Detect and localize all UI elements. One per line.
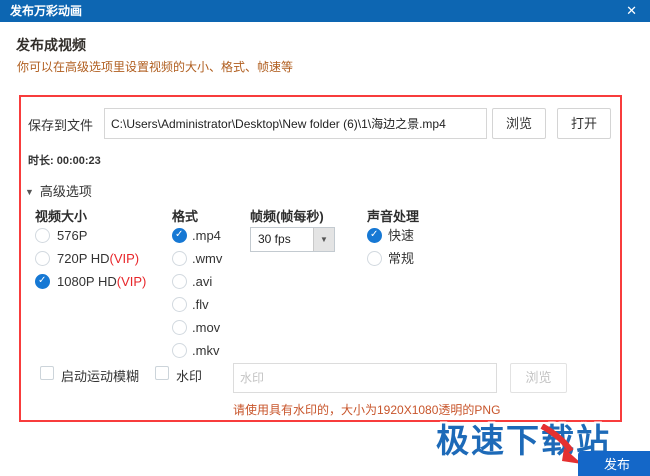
collapse-triangle-icon: ▼ — [25, 187, 34, 197]
option-avi[interactable]: .avi — [192, 274, 212, 290]
window-title: 发布万彩动画 — [10, 4, 83, 18]
close-icon[interactable]: ✕ — [626, 0, 637, 22]
radio-sound-normal[interactable] — [367, 251, 382, 266]
motion-blur-checkbox[interactable] — [40, 366, 54, 380]
dropdown-button[interactable]: ▼ — [313, 228, 334, 251]
option-sound-normal[interactable]: 常规 — [388, 251, 414, 267]
video-size-header: 视频大小 — [35, 209, 88, 224]
option-mkv[interactable]: .mkv — [192, 343, 219, 359]
advanced-options-toggle[interactable]: ▼ 高级选项 — [25, 181, 92, 200]
radio-576p[interactable] — [35, 228, 50, 243]
page-subtitle: 你可以在高级选项里设置视频的大小、格式、帧速等 — [17, 60, 294, 74]
radio-flv[interactable] — [172, 297, 187, 312]
save-to-file-label: 保存到文件 — [28, 118, 94, 133]
advanced-options-label: 高级选项 — [39, 184, 92, 199]
open-button[interactable]: 打开 — [557, 108, 611, 139]
chevron-down-icon: ▼ — [320, 235, 328, 244]
vip-badge: (VIP) — [109, 251, 140, 266]
option-flv[interactable]: .flv — [192, 297, 209, 313]
publish-dialog: 发布万彩动画 ✕ 发布成视频 你可以在高级选项里设置视频的大小、格式、帧速等 保… — [0, 0, 650, 476]
sound-header: 声音处理 — [367, 209, 420, 224]
browse-button[interactable]: 浏览 — [492, 108, 546, 139]
format-header: 格式 — [172, 209, 199, 224]
watermark-label[interactable]: 水印 — [176, 366, 202, 385]
motion-blur-label[interactable]: 启动运动模糊 — [61, 366, 139, 385]
framerate-header: 帧频(帧每秒) — [250, 209, 324, 224]
radio-wmv[interactable] — [172, 251, 187, 266]
radio-avi[interactable] — [172, 274, 187, 289]
radio-mkv[interactable] — [172, 343, 187, 358]
radio-mov[interactable] — [172, 320, 187, 335]
option-720p[interactable]: 720P HD(VIP) — [57, 251, 139, 267]
radio-mp4[interactable] — [172, 228, 187, 243]
framerate-select[interactable]: 30 fps ▼ — [250, 227, 335, 252]
option-sound-fast[interactable]: 快速 — [388, 228, 414, 244]
option-mov[interactable]: .mov — [192, 320, 220, 336]
duration-text: 时长: 00:00:23 — [28, 155, 101, 167]
watermark-browse-button[interactable]: 浏览 — [510, 363, 567, 393]
save-path-input[interactable] — [104, 108, 487, 139]
radio-sound-fast[interactable] — [367, 228, 382, 243]
option-576p[interactable]: 576P — [57, 228, 87, 244]
option-1080p[interactable]: 1080P HD(VIP) — [57, 274, 146, 290]
watermark-input[interactable] — [233, 363, 497, 393]
watermark-checkbox[interactable] — [155, 366, 169, 380]
page-title: 发布成视频 — [16, 37, 86, 53]
publish-button[interactable]: 发布 — [578, 451, 650, 476]
framerate-value: 30 fps — [258, 232, 291, 246]
title-bar: 发布万彩动画 ✕ — [0, 0, 650, 22]
vip-badge: (VIP) — [116, 274, 147, 289]
radio-1080p[interactable] — [35, 274, 50, 289]
radio-720p[interactable] — [35, 251, 50, 266]
option-wmv[interactable]: .wmv — [192, 251, 222, 267]
option-mp4[interactable]: .mp4 — [192, 228, 221, 244]
